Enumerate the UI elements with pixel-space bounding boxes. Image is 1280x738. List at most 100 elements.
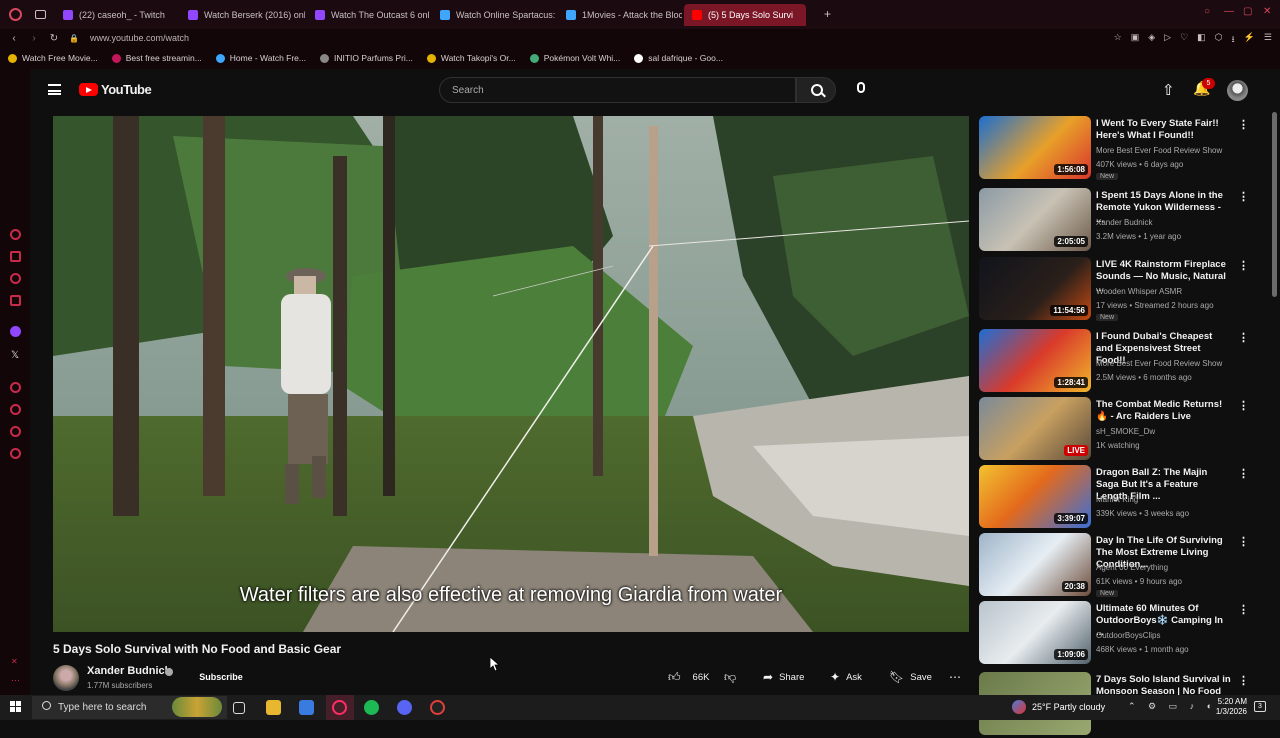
- recommendation-channel[interactable]: More Best Ever Food Review Show: [1096, 359, 1222, 368]
- create-icon[interactable]: ⇧: [1162, 81, 1175, 99]
- recommendation-channel[interactable]: Agent 00 Everything: [1096, 563, 1168, 572]
- youtube-logo[interactable]: YouTube: [79, 82, 152, 97]
- recommendation-title[interactable]: I Went To Every State Fair!! Here's What…: [1096, 118, 1231, 142]
- video-thumbnail[interactable]: 20:38: [979, 533, 1091, 596]
- sidebar-icon[interactable]: [10, 404, 21, 415]
- more-vertical-icon[interactable]: ⋮: [1238, 535, 1249, 548]
- video-thumbnail[interactable]: 1:09:06: [979, 601, 1091, 664]
- sidebar-icon[interactable]: [10, 273, 21, 284]
- more-vertical-icon[interactable]: ⋮: [1238, 331, 1249, 344]
- recommendation-item[interactable]: 1:28:41 I Found Dubai's Cheapest and Expe…: [978, 329, 1268, 395]
- recommendation-channel[interactable]: More Best Ever Food Review Show: [1096, 146, 1222, 155]
- extensions-icon[interactable]: ⬡: [1215, 32, 1223, 48]
- close-window-button[interactable]: ✕: [1263, 6, 1271, 17]
- video-thumbnail[interactable]: 1:28:41: [979, 329, 1091, 392]
- forward-icon[interactable]: ›: [28, 33, 40, 44]
- more-vertical-icon[interactable]: ⋮: [1238, 399, 1249, 412]
- app-icon[interactable]: [430, 700, 445, 715]
- more-vertical-icon[interactable]: ⋮: [1238, 603, 1249, 616]
- video-player[interactable]: Water filters are also effective at remo…: [53, 116, 969, 632]
- search-icon[interactable]: [796, 77, 836, 103]
- recommendation-channel[interactable]: Xander Budnick: [1096, 218, 1152, 227]
- more-vertical-icon[interactable]: ⋮: [1238, 467, 1249, 480]
- sidebar-icon[interactable]: [10, 426, 21, 437]
- new-tab-button[interactable]: +: [824, 7, 831, 21]
- like-button[interactable]: 👍︎ 66K: [668, 667, 709, 687]
- snapshot-icon[interactable]: ◧: [1197, 32, 1206, 48]
- screenshot-icon[interactable]: ▣: [1131, 32, 1140, 48]
- search-input[interactable]: Search: [439, 77, 796, 103]
- download-icon[interactable]: ⭳: [1232, 32, 1235, 48]
- easy-setup-icon[interactable]: ☰: [1264, 32, 1272, 48]
- browser-tab[interactable]: (22) caseoh_ - Twitch: [55, 4, 178, 26]
- browser-tab[interactable]: (5) 5 Days Solo Survi: [684, 4, 806, 26]
- browser-tab[interactable]: Watch Berserk (2016) onli: [180, 4, 305, 26]
- more-vertical-icon[interactable]: ⋮: [1238, 674, 1249, 687]
- microphone-icon[interactable]: [857, 82, 865, 93]
- video-thumbnail[interactable]: 2:05:05: [979, 188, 1091, 251]
- sidebar-icon[interactable]: [10, 382, 21, 393]
- sidebar-icon[interactable]: [10, 251, 21, 262]
- recommendation-item[interactable]: 1:56:08 I Went To Every State Fair!! Here…: [978, 116, 1268, 182]
- browser-tab[interactable]: Watch The Outcast 6 onlin: [307, 4, 430, 26]
- bookmark-item[interactable]: Pokémon Volt Whi...: [529, 53, 620, 63]
- shield-icon[interactable]: ◈: [1148, 32, 1155, 48]
- recommendation-channel[interactable]: Wooden Whisper ASMR: [1096, 287, 1182, 296]
- search-tabs-icon[interactable]: ○: [1204, 6, 1210, 17]
- recommendation-title[interactable]: The Combat Medic Returns! 🔥 - Arc Raider…: [1096, 399, 1231, 423]
- browser-tab[interactable]: 1Movies - Attack the Block: [558, 4, 682, 26]
- sidebar-icon[interactable]: [10, 448, 21, 459]
- workspaces-icon[interactable]: [35, 10, 46, 19]
- video-thumbnail[interactable]: LIVE: [979, 397, 1091, 460]
- recommendation-item[interactable]: LIVE The Combat Medic Returns! 🔥 - Arc Ra…: [978, 397, 1268, 463]
- recommendation-channel[interactable]: Manlet King: [1096, 495, 1138, 504]
- more-actions-button[interactable]: ⋯: [949, 667, 961, 687]
- recommendation-item[interactable]: 20:38 Day In The Life Of Surviving The Mo…: [978, 533, 1268, 599]
- menu-icon[interactable]: [48, 84, 61, 95]
- play-icon[interactable]: ▷: [1164, 32, 1171, 48]
- windows-start-icon[interactable]: [10, 701, 22, 713]
- save-button[interactable]: 🔖︎ Save: [889, 667, 932, 687]
- clock[interactable]: 5:20 AM 1/3/2026: [1205, 697, 1247, 717]
- channel-name[interactable]: Xander Budnick: [87, 665, 171, 677]
- share-button[interactable]: ➦ Share: [763, 667, 804, 687]
- subscribe-button[interactable]: Subscribe: [186, 667, 256, 687]
- video-thumbnail[interactable]: 3:39:07: [979, 465, 1091, 528]
- store-icon[interactable]: [299, 700, 314, 715]
- recommendation-item[interactable]: 3:39:07 Dragon Ball Z: The Majin Saga But…: [978, 465, 1268, 531]
- sidebar-icon[interactable]: [10, 229, 21, 240]
- back-icon[interactable]: ‹: [8, 33, 20, 44]
- bookmark-item[interactable]: sal dafrique - Goo...: [634, 53, 723, 63]
- avatar[interactable]: [1227, 80, 1248, 101]
- maximize-button[interactable]: ▢: [1243, 6, 1252, 17]
- video-thumbnail[interactable]: 11:54:56: [979, 257, 1091, 320]
- scrollbar[interactable]: [1272, 112, 1277, 297]
- bookmark-item[interactable]: Watch Takopi's Or...: [426, 53, 516, 63]
- ai-icon[interactable]: ⚡: [1244, 32, 1255, 48]
- task-view-icon[interactable]: [233, 702, 245, 714]
- bookmark-item[interactable]: INITIO Parfums Pri...: [320, 53, 413, 63]
- bookmark-icon[interactable]: ☆: [1114, 32, 1122, 48]
- more-vertical-icon[interactable]: ⋮: [1238, 190, 1249, 203]
- video-thumbnail[interactable]: 1:56:08: [979, 116, 1091, 179]
- bookmark-item[interactable]: Home - Watch Fre...: [215, 53, 306, 63]
- url-field[interactable]: www.youtube.com/watch: [90, 33, 189, 43]
- browser-logo-icon[interactable]: [9, 8, 22, 21]
- browser-tab[interactable]: Watch Online Spartacus: I: [432, 4, 556, 26]
- recommendation-item[interactable]: 1:09:06 Ultimate 60 Minutes Of OutdoorBoy…: [978, 601, 1268, 667]
- dislike-button[interactable]: 👎︎: [724, 667, 736, 687]
- notification-center-icon[interactable]: 3: [1254, 701, 1266, 712]
- tray-icons[interactable]: ⌃ ⚙ ▭ ♪ ◐: [1128, 701, 1217, 712]
- weather-text[interactable]: 25°F Partly cloudy: [1032, 702, 1105, 712]
- more-vertical-icon[interactable]: ⋮: [1238, 118, 1249, 131]
- recommendation-channel[interactable]: sH_SMOKE_Dw: [1096, 427, 1155, 436]
- discord-icon[interactable]: [397, 700, 412, 715]
- sidebar-icon[interactable]: [10, 295, 21, 306]
- file-explorer-icon[interactable]: [266, 700, 281, 715]
- recommendation-item[interactable]: 2:05:05 I Spent 15 Days Alone in the Remo…: [978, 188, 1268, 254]
- x-icon[interactable]: 𝕏: [11, 350, 19, 361]
- close-sidebar-icon[interactable]: ✕: [11, 657, 18, 666]
- recommendation-channel[interactable]: OutdoorBoysClips: [1096, 631, 1160, 640]
- spotify-icon[interactable]: [364, 700, 379, 715]
- more-icon[interactable]: ⋯: [11, 675, 20, 686]
